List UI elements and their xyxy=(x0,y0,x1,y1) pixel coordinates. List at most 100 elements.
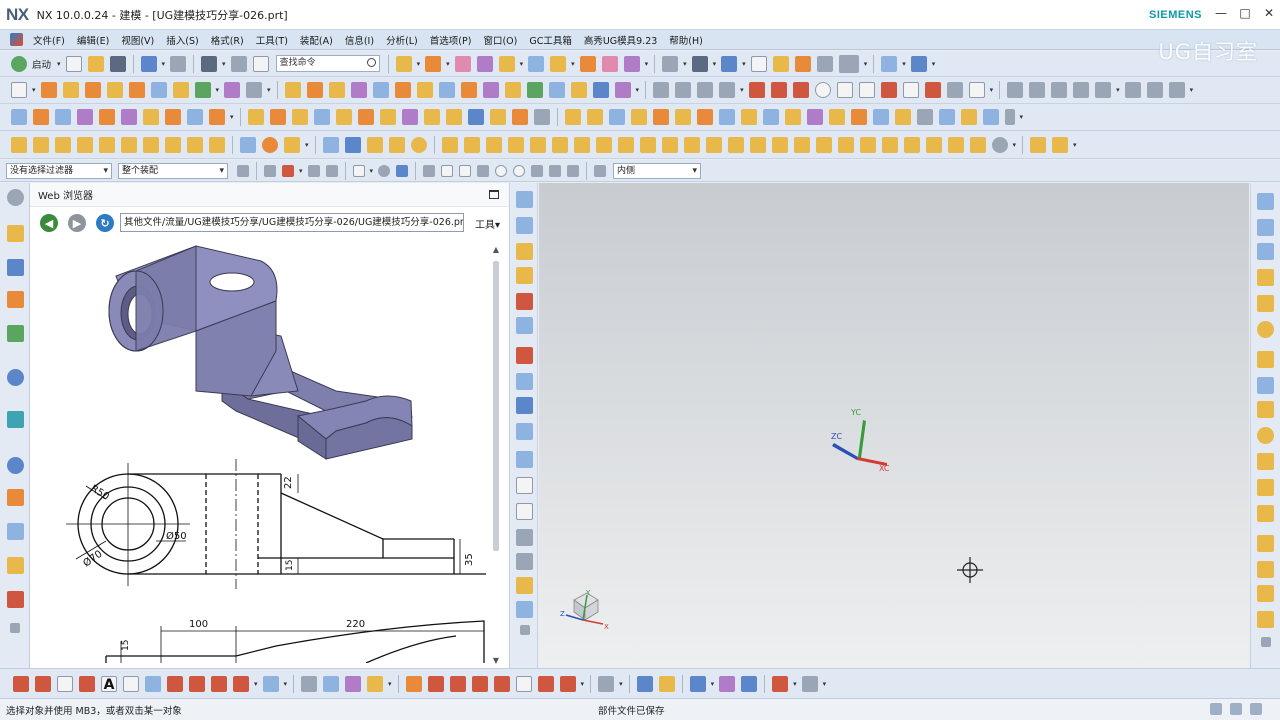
composite-curve-icon[interactable] xyxy=(167,675,183,692)
face-tool-3-icon[interactable] xyxy=(1257,243,1274,260)
chevron-down-icon[interactable]: ▾ xyxy=(284,680,288,688)
extend-draw-icon[interactable] xyxy=(367,675,384,692)
back-icon[interactable]: ◀ xyxy=(40,214,58,232)
trim-sheet-icon[interactable] xyxy=(762,109,779,125)
attribute-tool-icon[interactable] xyxy=(33,136,49,153)
support-pillar-icon[interactable] xyxy=(771,136,788,153)
extrude-icon[interactable] xyxy=(395,55,412,72)
command-finder-icon[interactable] xyxy=(230,55,247,72)
offset-surface-icon[interactable] xyxy=(548,82,565,98)
sketch-icon[interactable] xyxy=(11,82,27,98)
fillet-draw-icon[interactable] xyxy=(405,675,422,692)
snap-center-icon[interactable] xyxy=(495,164,508,177)
chevron-down-icon[interactable]: ▾ xyxy=(370,167,374,175)
chevron-down-icon[interactable]: ▾ xyxy=(254,680,258,688)
sphere-select-icon[interactable] xyxy=(378,164,391,177)
rectangle-curve-icon[interactable] xyxy=(515,675,532,692)
command-search-input[interactable]: 查找命令 xyxy=(275,55,380,72)
chevron-down-icon[interactable]: ▾ xyxy=(32,86,36,94)
chevron-down-icon[interactable]: ▾ xyxy=(388,680,392,688)
rectangle-icon[interactable] xyxy=(902,82,919,98)
chevron-down-icon[interactable]: ▾ xyxy=(619,680,623,688)
label-notch-icon[interactable] xyxy=(586,109,603,125)
grid-add-icon[interactable] xyxy=(344,136,361,153)
electrode-icon[interactable] xyxy=(661,136,678,153)
chevron-down-icon[interactable]: ▾ xyxy=(446,60,450,68)
face-tool-6-icon[interactable] xyxy=(1257,321,1274,338)
edit-section-icon[interactable] xyxy=(772,55,789,72)
curvature-comb-icon[interactable] xyxy=(658,675,675,692)
line-icon[interactable] xyxy=(770,82,787,98)
menu-icon[interactable] xyxy=(10,33,23,46)
runner-icon[interactable] xyxy=(573,136,590,153)
variable-offset-icon[interactable] xyxy=(916,109,933,125)
divide-draw-icon[interactable] xyxy=(471,675,488,692)
new-file-icon[interactable] xyxy=(65,55,82,72)
manufacturing-wizards-icon[interactable] xyxy=(7,557,24,574)
flange-surface-icon[interactable] xyxy=(872,109,889,125)
invert-show-icon[interactable] xyxy=(516,423,533,440)
make-offset-icon[interactable] xyxy=(379,109,396,125)
dimension-draw-icon[interactable] xyxy=(801,675,818,692)
edit-cross-section-icon[interactable] xyxy=(630,109,647,125)
check-geometry-icon[interactable] xyxy=(284,136,300,153)
trim-curve-icon[interactable] xyxy=(1007,82,1024,98)
datum-csys-icon[interactable] xyxy=(697,82,714,98)
edit-curve-icon[interactable] xyxy=(689,675,706,692)
chevron-down-icon[interactable]: ▾ xyxy=(1073,141,1077,149)
background-icon[interactable] xyxy=(816,55,833,72)
selection-info-icon[interactable] xyxy=(1230,703,1242,715)
flag-note-icon[interactable] xyxy=(55,136,71,153)
menu-window[interactable]: 窗口(O) xyxy=(477,33,523,47)
steel-list-icon[interactable] xyxy=(969,136,986,153)
xyz-icon[interactable] xyxy=(516,601,533,618)
system-materials-icon[interactable] xyxy=(7,489,24,506)
maximize-panel-icon[interactable] xyxy=(489,190,499,199)
snap-on-face-icon[interactable] xyxy=(567,164,580,177)
save-icon[interactable] xyxy=(109,55,126,72)
angle-icon[interactable] xyxy=(516,553,533,570)
face-tool-4-icon[interactable] xyxy=(1257,269,1274,286)
shell-body-icon[interactable] xyxy=(467,109,484,125)
export-icon[interactable] xyxy=(1052,136,1069,153)
through-mesh-icon[interactable] xyxy=(592,82,609,98)
studio-surface-icon[interactable] xyxy=(614,82,631,98)
guide-pin-icon[interactable] xyxy=(705,136,722,153)
rotate-view-icon[interactable] xyxy=(691,55,708,72)
edge-blend-icon[interactable] xyxy=(528,55,545,72)
measure-distance-icon[interactable] xyxy=(240,136,256,153)
chevron-down-icon[interactable]: ▾ xyxy=(299,167,303,175)
chevron-down-icon[interactable]: ▾ xyxy=(713,60,717,68)
face-curve-icon[interactable] xyxy=(123,675,139,692)
n-sided-surface-icon[interactable] xyxy=(828,109,845,125)
face-tool-16-icon[interactable] xyxy=(1257,585,1274,602)
unsew-icon[interactable] xyxy=(504,82,521,98)
revolve-tool-icon[interactable] xyxy=(62,82,79,98)
paste-face-icon[interactable] xyxy=(187,109,203,125)
spline-draw-icon[interactable] xyxy=(559,675,576,692)
isoparametric-curve-icon[interactable] xyxy=(1168,82,1185,98)
venting-icon[interactable] xyxy=(859,136,876,153)
more-tools-icon[interactable] xyxy=(1004,109,1015,125)
bridge-surface-icon[interactable] xyxy=(806,109,823,125)
mirror-feature-icon[interactable] xyxy=(416,82,433,98)
chevron-down-icon[interactable]: ▾ xyxy=(990,86,994,94)
point-icon[interactable] xyxy=(719,82,736,98)
resize-blend-icon[interactable] xyxy=(99,109,115,125)
chevron-down-icon[interactable]: ▾ xyxy=(823,680,827,688)
subtract-icon[interactable] xyxy=(350,82,367,98)
chevron-down-icon[interactable]: ▾ xyxy=(864,60,868,68)
chevron-down-icon[interactable]: ▾ xyxy=(902,60,906,68)
pattern-icon[interactable] xyxy=(623,55,640,72)
close-button[interactable]: ✕ xyxy=(1262,6,1276,20)
filter-icon[interactable] xyxy=(264,164,276,177)
move-object-icon[interactable] xyxy=(910,55,927,72)
extend-sheet-icon[interactable] xyxy=(784,109,801,125)
selection-filter-select[interactable]: 没有选择过滤器 xyxy=(6,162,112,179)
status-toggle-icon[interactable] xyxy=(1250,703,1262,715)
wrap-curve-icon[interactable] xyxy=(323,675,340,692)
open-folder-icon[interactable] xyxy=(87,55,104,72)
unite-icon[interactable] xyxy=(328,82,345,98)
address-bar[interactable]: 其他文件/流量/UG建模技巧分享/UG建模技巧分享-026/UG建模技巧分享-0… xyxy=(120,213,464,232)
menu-assemblies[interactable]: 装配(A) xyxy=(294,33,339,47)
